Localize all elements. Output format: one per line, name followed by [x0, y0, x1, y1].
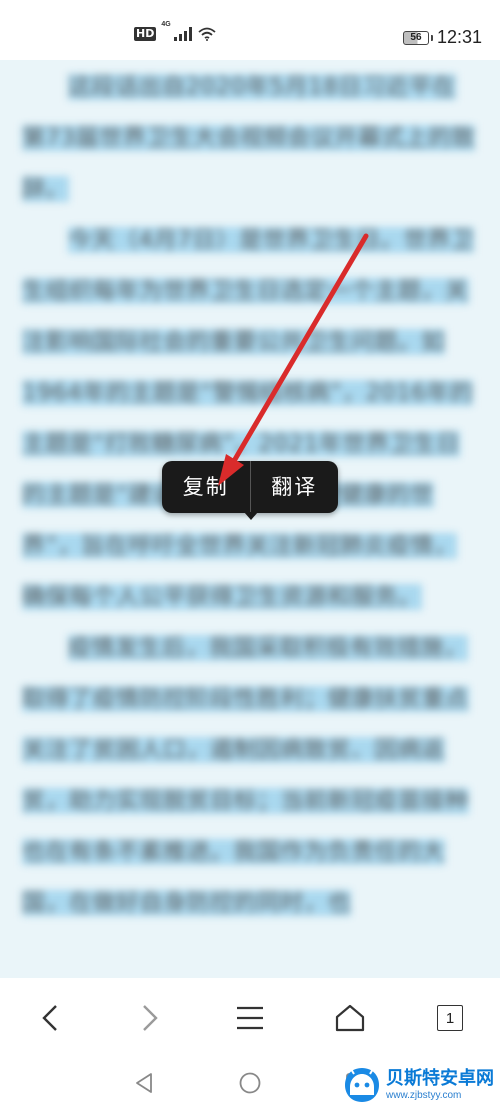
selected-text[interactable]: 疫情发生后，我国采取积极有效措施，取得了疫情防控阶段性胜利；健康扶贫重点关注了贫…	[22, 635, 469, 916]
hd-icon: HD	[134, 27, 157, 41]
battery-icon: 56	[402, 30, 433, 45]
network-gen-label: 4G	[161, 21, 171, 28]
text-selection-menu: 复制 翻译	[162, 461, 339, 520]
clock: 12:31	[436, 27, 482, 47]
tabs-button[interactable]: 1	[430, 998, 470, 1038]
watermark: 贝斯特安卓网 www.zjbstyy.com	[342, 1065, 494, 1105]
system-home-icon[interactable]	[238, 1071, 262, 1095]
wifi-icon	[198, 27, 216, 41]
translate-button[interactable]: 翻译	[251, 461, 339, 513]
copy-button[interactable]: 复制	[162, 461, 250, 513]
home-icon	[335, 1004, 365, 1032]
menu-button[interactable]	[230, 998, 270, 1038]
menu-icon	[237, 1006, 263, 1030]
article-paragraph[interactable]: 今天（4月7日）是世界卫生日。世界卫生组织每年为世界卫生日选定一个主题，关注影响…	[22, 215, 478, 623]
system-back-icon[interactable]	[132, 1071, 156, 1095]
article-paragraph[interactable]: 疫情发生后，我国采取积极有效措施，取得了疫情防控阶段性胜利；健康扶贫重点关注了贫…	[22, 623, 478, 929]
browser-toolbar: 1	[0, 978, 500, 1058]
watermark-url: www.zjbstyy.com	[386, 1089, 462, 1101]
forward-icon	[143, 1005, 158, 1031]
forward-button[interactable]	[130, 998, 170, 1038]
back-button[interactable]	[30, 998, 70, 1038]
back-icon	[42, 1005, 57, 1031]
tabs-icon: 1	[437, 1005, 463, 1031]
status-left: HD 4G	[134, 21, 216, 41]
signal-icon: 4G	[161, 21, 193, 41]
selected-text[interactable]: 今天（4月7日）是世界卫生日。世界卫生组织每年为世界卫生日选定一个主题，关注影响…	[22, 227, 475, 610]
status-bar: HD 4G 56 12:31	[0, 0, 500, 60]
watermark-logo-icon	[345, 1068, 379, 1102]
watermark-title: 贝斯特安卓网	[386, 1067, 494, 1089]
watermark-text: 贝斯特安卓网 www.zjbstyy.com	[386, 1067, 494, 1101]
selected-text[interactable]: 这段话出自2020年5月18日习近平在第73届世界卫生大会视频会议开幕式上的致辞…	[22, 74, 476, 202]
article-paragraph[interactable]: 这段话出自2020年5月18日习近平在第73届世界卫生大会视频会议开幕式上的致辞…	[22, 62, 478, 215]
home-button[interactable]	[330, 998, 370, 1038]
status-right: 56 12:31	[402, 27, 482, 48]
